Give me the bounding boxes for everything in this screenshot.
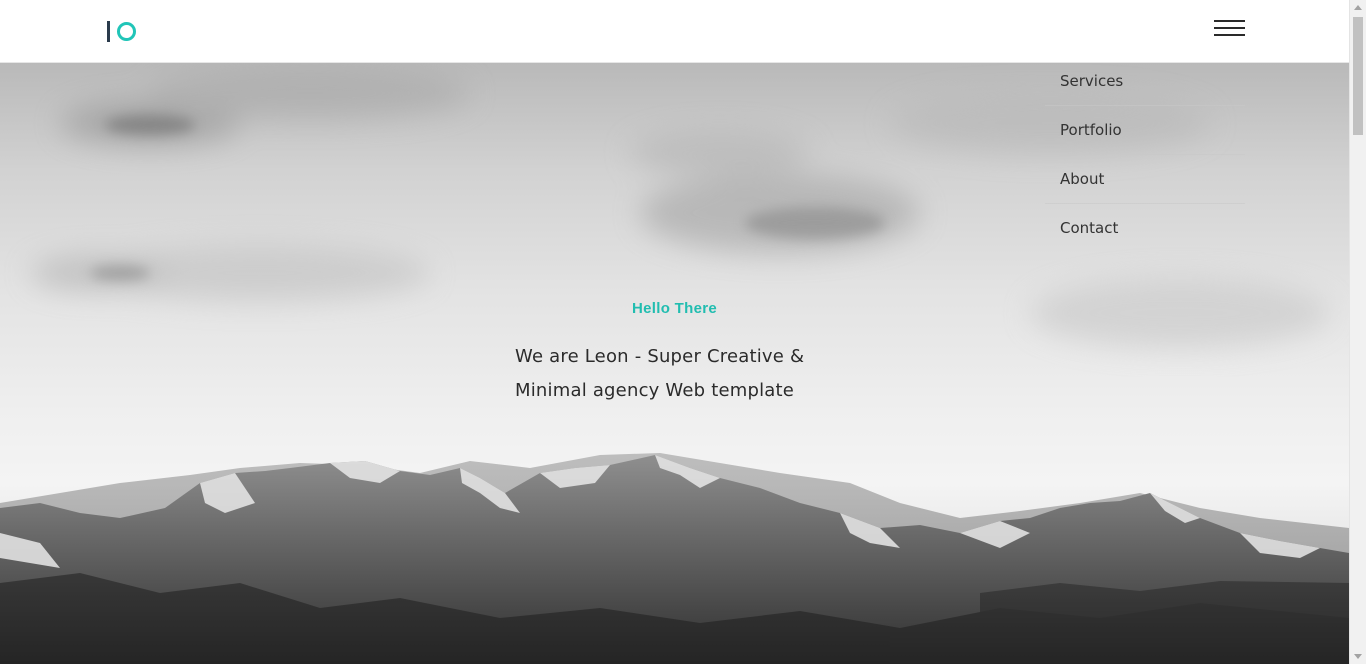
scroll-up-arrow-icon[interactable] [1354, 5, 1362, 10]
menu-line [1214, 20, 1245, 22]
nav-item-contact[interactable]: Contact [1045, 204, 1245, 252]
site-header [0, 0, 1349, 63]
nav-item-portfolio[interactable]: Portfolio [1045, 106, 1245, 155]
nav-item-about[interactable]: About [1045, 155, 1245, 204]
page-scrollbar[interactable] [1349, 0, 1366, 664]
io-logo-icon[interactable] [107, 20, 136, 42]
hero-title-line: We are Leon - Super Creative & [515, 346, 805, 367]
hero-title: We are Leon - Super Creative & Minimal a… [515, 340, 855, 408]
menu-line [1214, 34, 1245, 36]
hero-title-line: Minimal agency Web template [515, 380, 795, 401]
hero-eyebrow-text: Hello There [632, 300, 717, 317]
scroll-down-arrow-icon[interactable] [1354, 654, 1362, 659]
menu-line [1214, 27, 1245, 29]
browser-viewport: Hello There We are Leon - Super Creative… [0, 0, 1366, 664]
logo-bar-mark [107, 20, 110, 42]
scroll-thumb[interactable] [1353, 17, 1363, 135]
hamburger-menu-icon[interactable] [1214, 19, 1246, 39]
nav-dropdown-menu: Services Portfolio About Contact [1045, 57, 1245, 252]
logo-ring-mark [117, 21, 136, 41]
dropdown-caret [1220, 48, 1238, 56]
nav-item-services[interactable]: Services [1045, 57, 1245, 106]
